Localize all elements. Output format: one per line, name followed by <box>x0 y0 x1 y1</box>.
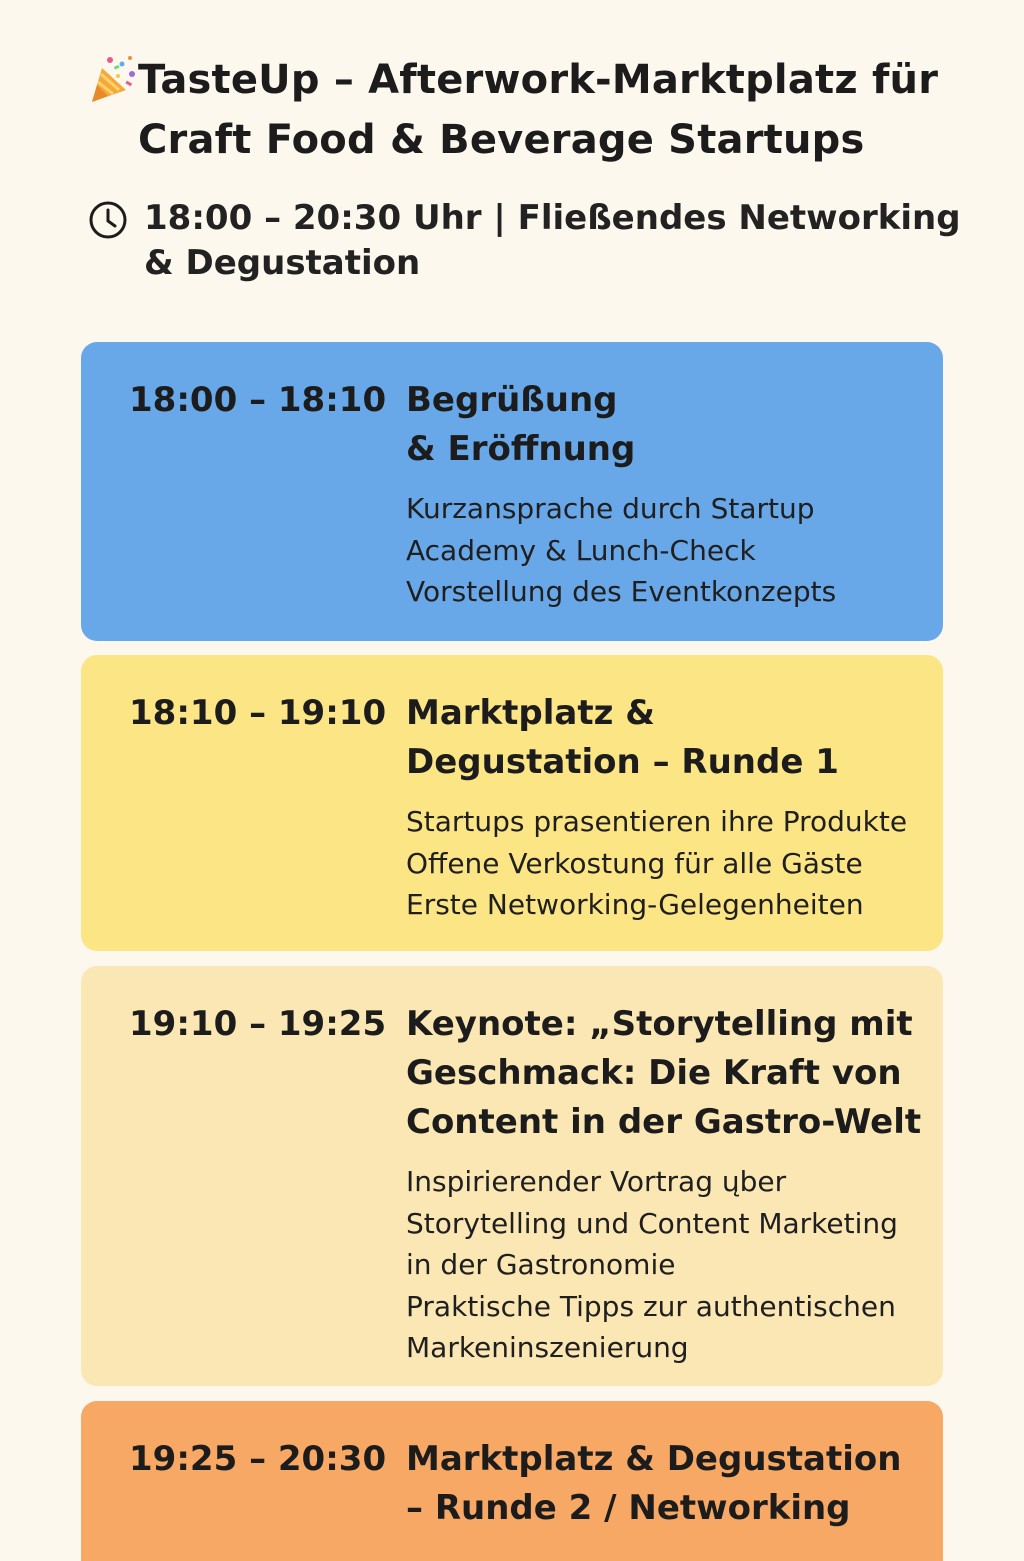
agenda-time: 19:25 – 20:30 <box>129 1439 387 1479</box>
agenda-heading-line: – Runde 2 / Networking <box>406 1488 851 1528</box>
agenda-heading-line: Content in der Gastro-Welt <box>406 1102 922 1142</box>
agenda-detail-line: Storytelling und Content Marketing <box>406 1206 898 1240</box>
agenda-heading-line: Marktplatz & <box>406 693 655 733</box>
agenda-detail-line: Markeninszenierung <box>406 1331 689 1364</box>
agenda-description: Startups prasentieren ihre Produkte Offe… <box>406 801 926 926</box>
agenda-content: Keynote: „Storytelling mit Geschmack: Di… <box>406 1000 926 1369</box>
agenda-item-keynote: 19:10 – 19:25 Keynote: „Storytelling mit… <box>81 966 943 1386</box>
agenda-item-marketplace-round-1: 18:10 – 19:10 Marktplatz & Degustation –… <box>81 655 943 951</box>
agenda-time: 18:00 – 18:10 <box>129 380 387 420</box>
agenda-content: Begrüßung & Eröffnung Kurzansprache durc… <box>406 376 926 613</box>
agenda-time: 18:10 – 19:10 <box>129 693 387 733</box>
agenda-detail-line: Startups prasentieren ihre Produkte <box>406 805 908 838</box>
agenda-detail-line: Kurzansprache durch Startup <box>406 492 815 525</box>
agenda-detail-line: Praktische Tipps zur authentischen <box>406 1289 896 1323</box>
agenda-detail-line: in der Gastronomie <box>406 1248 676 1281</box>
page-title-line-2: Craft Food & Beverage Startups <box>138 117 865 163</box>
agenda-item-welcome: 18:00 – 18:10 Begrüßung & Eröffnung Kurz… <box>81 342 943 641</box>
agenda-heading-line: Degustation – Runde 1 <box>406 742 839 782</box>
agenda-content: Marktplatz & Degustation – Runde 2 / Net… <box>406 1435 926 1533</box>
page-title: TasteUp – Afterwork-Marktplatz für <box>138 57 939 103</box>
agenda-detail-line: Erste Networking-Gelegenheiten <box>406 888 864 921</box>
event-header: TasteUp – Afterwork-Marktplatz für Craft… <box>88 50 968 290</box>
agenda-heading-line: Keynote: „Storytelling mit <box>406 1004 913 1044</box>
agenda-heading-line: & Eröffnung <box>406 429 636 469</box>
agenda-description: Inspirierender Vortrag ųber Storytelling… <box>406 1161 926 1369</box>
clock-icon <box>88 200 128 240</box>
agenda-detail-line: Offene Verkostung für alle Gäste <box>406 846 863 880</box>
party-popper-icon <box>88 52 138 108</box>
event-time-row: 18:00 – 20:30 Uhr | Fließendes Networkin… <box>88 198 968 290</box>
agenda-item-marketplace-round-2: 19:25 – 20:30 Marktplatz & Degustation –… <box>81 1401 943 1561</box>
agenda-detail-line: Inspirierender Vortrag ųber <box>406 1165 787 1198</box>
agenda-time: 19:10 – 19:25 <box>129 1004 387 1044</box>
agenda-detail-line: Vorstellung des Eventkonzepts <box>406 575 837 608</box>
agenda-description: Kurzansprache durch Startup Academy & Lu… <box>406 488 926 613</box>
title-row: TasteUp – Afterwork-Marktplatz für Craft… <box>88 50 968 170</box>
agenda-heading-line: Geschmack: Die Kraft von <box>406 1053 902 1093</box>
agenda-detail-line: Academy & Lunch-Check <box>406 533 756 567</box>
agenda-heading-line: Begrüßung <box>406 380 618 420</box>
agenda-content: Marktplatz & Degustation – Runde 1 Start… <box>406 689 926 926</box>
agenda-heading-line: Marktplatz & Degustation <box>406 1439 902 1479</box>
